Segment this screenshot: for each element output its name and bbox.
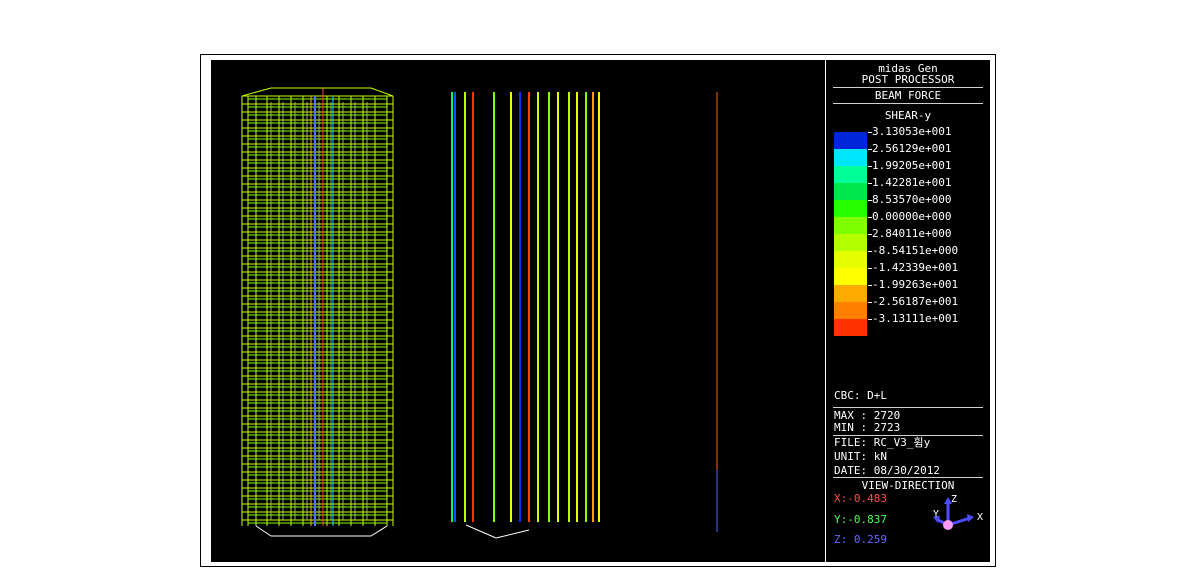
base-edge xyxy=(495,529,530,539)
view-z-value: Z: 0.259 xyxy=(834,533,887,546)
axis-x-label: X xyxy=(977,512,983,523)
load-case: CBC: D+L xyxy=(834,389,887,402)
legend-value: 1.42281e+001 xyxy=(872,176,952,189)
legend-value: 3.13053e+001 xyxy=(872,125,952,138)
roof-edge xyxy=(370,87,394,97)
column-elements-group[interactable] xyxy=(451,92,600,539)
legend-value: 2.56129e+001 xyxy=(872,142,952,155)
axis-y-label: Y xyxy=(933,509,939,520)
legend-swatch xyxy=(834,183,867,200)
legend-swatch xyxy=(834,217,867,234)
legend-swatch xyxy=(834,251,867,268)
legend-value: 1.99205e+001 xyxy=(872,159,952,172)
unit-label: UNIT: kN xyxy=(834,450,887,463)
axis-triad-icon: Z X Y xyxy=(933,494,983,530)
legend-swatch xyxy=(834,166,867,183)
legend-value: 2.84011e+000 xyxy=(872,227,952,240)
view-x-value: X:-0.483 xyxy=(834,492,887,505)
result-type: BEAM FORCE xyxy=(874,89,942,102)
legend-value: -8.54151e+000 xyxy=(872,244,959,257)
legend-value: -2.56187e+001 xyxy=(872,295,959,308)
date-label: DATE: 08/30/2012 xyxy=(834,464,940,477)
base-edge xyxy=(255,525,272,537)
legend-value: -3.13111e+001 xyxy=(872,312,959,325)
view-direction-title: VIEW-DIRECTION xyxy=(861,479,955,492)
legend-swatch xyxy=(834,302,867,319)
base-edge xyxy=(370,525,388,537)
divider xyxy=(833,87,983,88)
legend-swatch xyxy=(834,200,867,217)
roof-edge xyxy=(241,87,272,97)
result-component: SHEAR-y xyxy=(884,109,932,122)
legend-swatch xyxy=(834,149,867,166)
model-canvas[interactable] xyxy=(211,60,825,562)
legend-value: -1.42339e+001 xyxy=(872,261,959,274)
legend-swatch xyxy=(834,319,867,336)
view-y-value: Y:-0.837 xyxy=(834,513,887,526)
divider xyxy=(833,477,983,478)
legend-panel: midas Gen POST PROCESSOR BEAM FORCE SHEA… xyxy=(826,60,990,562)
divider xyxy=(833,103,983,104)
legend-value: 0.00000e+000 xyxy=(872,210,952,223)
legend-swatch xyxy=(834,234,867,251)
legend-swatch xyxy=(834,285,867,302)
building-wireframe-model[interactable] xyxy=(241,87,394,537)
legend-value: -1.99263e+001 xyxy=(872,278,959,291)
file-name: FILE: RC_V3_휨y xyxy=(834,436,931,449)
legend-swatch xyxy=(834,132,867,149)
min-element: MIN : 2723 xyxy=(834,421,901,434)
legend-swatch xyxy=(834,268,867,285)
legend-value: 8.53570e+000 xyxy=(872,193,952,206)
module-name: POST PROCESSOR xyxy=(861,73,955,86)
divider xyxy=(833,407,983,408)
base-edge xyxy=(465,524,497,539)
axis-z-label: Z xyxy=(951,494,957,505)
model-viewport[interactable] xyxy=(211,60,825,562)
